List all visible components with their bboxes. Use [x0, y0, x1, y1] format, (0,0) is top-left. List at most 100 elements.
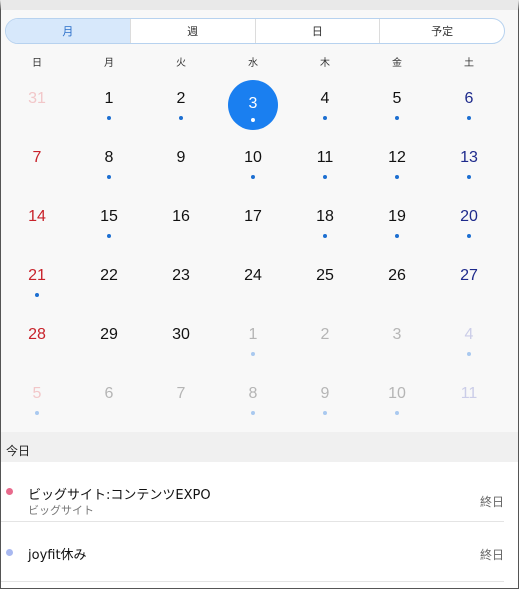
day-cell[interactable]: 1	[217, 306, 289, 365]
day-cell[interactable]: 8	[217, 365, 289, 424]
day-number: 2	[176, 90, 186, 107]
day-number: 16	[172, 208, 190, 225]
day-cell[interactable]: 6	[433, 70, 505, 129]
day-cell[interactable]: 29	[73, 306, 145, 365]
tab-week[interactable]: 週	[129, 19, 255, 43]
day-number: 10	[388, 385, 406, 402]
day-cell[interactable]: 23	[145, 247, 217, 306]
event-indicator-dot	[395, 116, 399, 120]
day-cell[interactable]: 16	[145, 188, 217, 247]
event-indicator-dot	[467, 352, 471, 356]
day-cell[interactable]: 5	[361, 70, 433, 129]
event-location: ビッグサイト	[28, 504, 94, 517]
day-number: 7	[32, 149, 42, 166]
event-allday-label: 終日	[479, 548, 504, 562]
day-number: 6	[464, 90, 474, 107]
day-number: 29	[100, 326, 118, 343]
app-window: 月 週 日 予定 日 月 火 水 木 金 土 31 1 2 3 4 5 6 7 8 9 10 11 12…	[0, 0, 519, 589]
day-number: 19	[388, 208, 406, 225]
day-number: 20	[460, 208, 478, 225]
day-cell[interactable]: 10	[217, 129, 289, 188]
day-cell[interactable]: 25	[289, 247, 361, 306]
day-number: 11	[316, 149, 334, 166]
event-indicator-dot	[107, 234, 111, 238]
event-indicator-dot	[395, 411, 399, 415]
day-cell[interactable]: 28	[1, 306, 73, 365]
day-number: 3	[392, 326, 402, 343]
event-indicator-dot	[251, 175, 255, 179]
week-row: 31 1 2 3 4 5 6	[1, 70, 505, 130]
day-number: 8	[104, 149, 114, 166]
day-cell[interactable]: 31	[1, 70, 73, 129]
day-number: 24	[244, 267, 262, 284]
day-cell[interactable]: 13	[433, 129, 505, 188]
day-cell[interactable]: 4	[433, 306, 505, 365]
event-item[interactable]: joyfit休み 終日	[1, 522, 504, 582]
tab-day[interactable]: 日	[254, 19, 380, 43]
day-cell[interactable]: 5	[1, 365, 73, 424]
day-cell[interactable]: 10	[361, 365, 433, 424]
day-cell[interactable]: 2	[145, 70, 217, 129]
event-indicator-dot	[251, 118, 255, 122]
week-row: 21 22 23 24 25 26 27	[1, 247, 505, 306]
day-cell[interactable]: 30	[145, 306, 217, 365]
day-cell[interactable]: 9	[145, 129, 217, 188]
day-number: 17	[244, 208, 262, 225]
tab-schedule[interactable]: 予定	[379, 19, 504, 43]
event-indicator-dot	[467, 234, 471, 238]
day-cell-today[interactable]: 3	[217, 70, 289, 130]
day-number: 12	[388, 149, 406, 166]
day-cell[interactable]: 8	[73, 129, 145, 188]
day-cell[interactable]: 27	[433, 247, 505, 306]
event-indicator-dot	[179, 116, 183, 120]
day-number: 9	[176, 149, 186, 166]
day-number: 18	[316, 208, 334, 225]
day-cell[interactable]: 7	[145, 365, 217, 424]
tab-month[interactable]: 月	[6, 19, 130, 43]
day-number: 23	[172, 267, 190, 284]
day-cell[interactable]: 2	[289, 306, 361, 365]
event-indicator-dot	[107, 116, 111, 120]
day-number: 13	[460, 149, 478, 166]
event-allday-label: 終日	[479, 495, 504, 509]
day-cell[interactable]: 22	[73, 247, 145, 306]
day-cell[interactable]: 11	[433, 365, 505, 424]
day-number: 4	[464, 326, 474, 343]
day-number: 25	[316, 267, 334, 284]
day-cell[interactable]: 12	[361, 129, 433, 188]
day-cell[interactable]: 14	[1, 188, 73, 247]
day-cell[interactable]: 17	[217, 188, 289, 247]
day-cell[interactable]: 24	[217, 247, 289, 306]
event-indicator-dot	[467, 175, 471, 179]
day-cell[interactable]: 7	[1, 129, 73, 188]
day-cell[interactable]: 1	[73, 70, 145, 129]
event-item[interactable]: ビッグサイト:コンテンツEXPO ビッグサイト 終日	[1, 462, 504, 522]
event-indicator-dot	[395, 234, 399, 238]
today-event-list: ビッグサイト:コンテンツEXPO ビッグサイト 終日 joyfit休み 終日	[1, 462, 518, 582]
day-number: 28	[28, 326, 46, 343]
week-row: 7 8 9 10 11 12 13	[1, 129, 505, 188]
day-cell[interactable]: 15	[73, 188, 145, 247]
day-number: 14	[28, 208, 46, 225]
day-cell[interactable]: 3	[361, 306, 433, 365]
day-number: 3	[248, 95, 258, 112]
day-cell[interactable]: 20	[433, 188, 505, 247]
day-number: 26	[388, 267, 406, 284]
weekday-fri: 金	[392, 58, 402, 69]
day-cell[interactable]: 11	[289, 129, 361, 188]
day-cell[interactable]: 6	[73, 365, 145, 424]
event-title: ビッグサイト:コンテンツEXPO	[28, 488, 211, 503]
view-tabs: 月 週 日 予定	[5, 18, 505, 44]
day-cell[interactable]: 19	[361, 188, 433, 247]
event-color-dot	[6, 549, 13, 556]
day-cell[interactable]: 4	[289, 70, 361, 129]
day-cell[interactable]: 9	[289, 365, 361, 424]
weekday-sat: 土	[464, 58, 474, 69]
day-number: 21	[28, 267, 46, 284]
day-cell[interactable]: 21	[1, 247, 73, 306]
day-cell[interactable]: 26	[361, 247, 433, 306]
day-cell[interactable]: 18	[289, 188, 361, 247]
day-number: 5	[32, 385, 42, 402]
week-row: 14 15 16 17 18 19 20	[1, 188, 505, 247]
weekday-wed: 水	[248, 58, 258, 69]
